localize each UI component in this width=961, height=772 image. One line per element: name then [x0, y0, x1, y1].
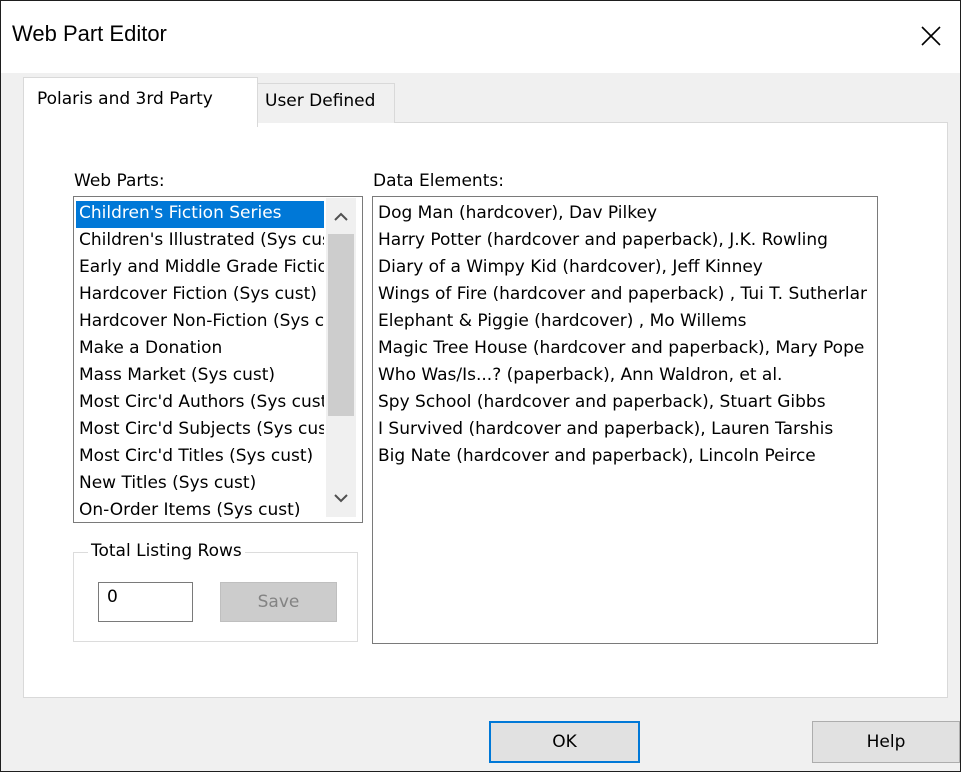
chevron-down-icon: [334, 494, 348, 503]
tab-label: Polaris and 3rd Party: [37, 89, 213, 109]
list-item[interactable]: Children's Fiction Series: [76, 201, 324, 228]
list-item[interactable]: Mass Market (Sys cust): [76, 363, 324, 390]
save-button[interactable]: Save: [220, 582, 337, 622]
window-title: Web Part Editor: [12, 21, 167, 46]
list-item[interactable]: Diary of a Wimpy Kid (hardcover), Jeff K…: [375, 255, 867, 282]
total-listing-rows-legend: Total Listing Rows: [88, 541, 245, 561]
web-parts-label: Web Parts:: [74, 171, 165, 191]
list-item[interactable]: Most Circ'd Authors (Sys cust): [76, 390, 324, 417]
title-bar: Web Part Editor: [1, 1, 960, 73]
tab-polaris-and-3rd-party[interactable]: Polaris and 3rd Party: [23, 77, 258, 127]
web-part-editor-dialog: Web Part Editor Polaris and 3rd Party Us…: [0, 0, 961, 772]
list-item[interactable]: On-Order Items (Sys cust): [76, 498, 324, 522]
list-item[interactable]: Spy School (hardcover and paperback), St…: [375, 390, 867, 417]
list-item[interactable]: Hardcover Fiction (Sys cust): [76, 282, 324, 309]
list-item[interactable]: Make a Donation: [76, 336, 324, 363]
list-item[interactable]: Most Circ'd Titles (Sys cust): [76, 444, 324, 471]
list-item[interactable]: Most Circ'd Subjects (Sys cust): [76, 417, 324, 444]
ok-button[interactable]: OK: [489, 721, 640, 763]
web-parts-listbox[interactable]: Children's Fiction Series Children's Ill…: [73, 196, 363, 523]
list-item[interactable]: New Titles (Sys cust): [76, 471, 324, 498]
list-item[interactable]: Magic Tree House (hardcover and paperbac…: [375, 336, 867, 363]
data-elements-listbox[interactable]: Dog Man (hardcover), Dav Pilkey Harry Po…: [372, 196, 878, 644]
scroll-up-button[interactable]: [326, 202, 356, 232]
list-item[interactable]: Children's Illustrated (Sys cust): [76, 228, 324, 255]
list-item[interactable]: I Survived (hardcover and paperback), La…: [375, 417, 867, 444]
data-elements-label: Data Elements:: [373, 171, 504, 191]
close-icon: [921, 26, 941, 46]
close-button[interactable]: [906, 11, 956, 61]
help-button[interactable]: Help: [812, 721, 960, 763]
scroll-down-button[interactable]: [326, 483, 356, 513]
list-item[interactable]: Big Nate (hardcover and paperback), Linc…: [375, 444, 867, 471]
list-item[interactable]: Dog Man (hardcover), Dav Pilkey: [375, 201, 867, 228]
tab-label: User Defined: [265, 91, 376, 111]
list-item[interactable]: Harry Potter (hardcover and paperback), …: [375, 228, 867, 255]
tab-user-defined[interactable]: User Defined: [257, 83, 395, 123]
list-item[interactable]: Early and Middle Grade Fiction: [76, 255, 324, 282]
chevron-up-icon: [334, 212, 348, 221]
vertical-scrollbar[interactable]: [326, 198, 356, 517]
list-item[interactable]: Who Was/Is...? (paperback), Ann Waldron,…: [375, 363, 867, 390]
scroll-thumb[interactable]: [328, 234, 354, 416]
list-item[interactable]: Hardcover Non-Fiction (Sys cust): [76, 309, 324, 336]
list-item[interactable]: Wings of Fire (hardcover and paperback) …: [375, 282, 867, 309]
list-item[interactable]: Elephant & Piggie (hardcover) , Mo Wille…: [375, 309, 867, 336]
total-listing-rows-input[interactable]: 0: [98, 582, 193, 622]
